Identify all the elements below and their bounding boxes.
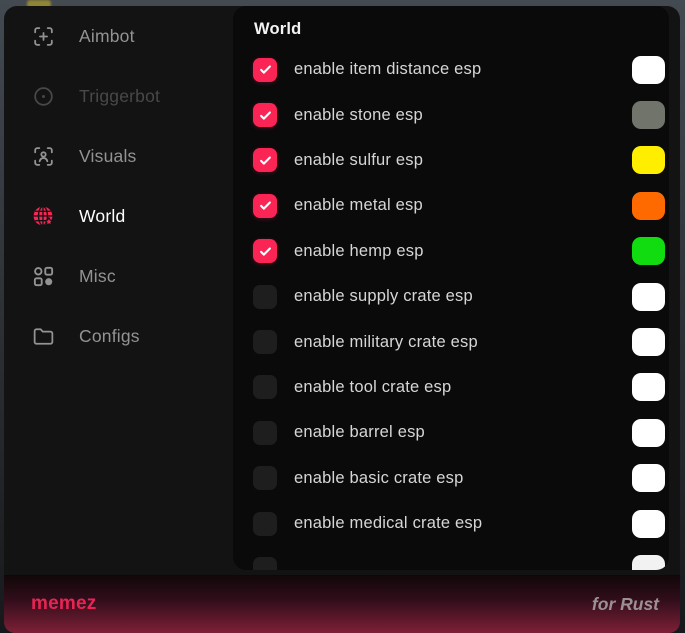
sidebar-item-label: Aimbot <box>79 26 135 47</box>
footer-bar: memez for Rust <box>4 575 680 633</box>
sidebar-item-triggerbot[interactable]: Triggerbot <box>4 66 233 126</box>
misc-icon <box>31 264 56 289</box>
settings-list[interactable]: enable item distance esp enable stone esp… <box>233 47 669 570</box>
setting-row: enable item distance esp <box>233 47 669 92</box>
checkbox-checked[interactable] <box>253 194 277 218</box>
setting-label: enable item distance esp <box>294 60 481 79</box>
visuals-icon <box>31 144 56 169</box>
sidebar-item-misc[interactable]: Misc <box>4 246 233 306</box>
color-swatch[interactable] <box>632 464 665 492</box>
color-swatch[interactable] <box>632 56 665 84</box>
setting-row: enable stone esp <box>233 92 669 137</box>
color-swatch[interactable] <box>632 510 665 538</box>
sidebar-item-visuals[interactable]: Visuals <box>4 126 233 186</box>
check-icon <box>258 244 273 259</box>
setting-row: enable military crate esp <box>233 319 669 364</box>
color-swatch[interactable] <box>632 237 665 265</box>
setting-label: enable stone esp <box>294 106 423 125</box>
color-swatch[interactable] <box>632 192 665 220</box>
color-swatch[interactable] <box>632 555 665 570</box>
setting-row: enable supply crate esp <box>233 274 669 319</box>
color-swatch[interactable] <box>632 328 665 356</box>
sidebar-item-configs[interactable]: Configs <box>4 306 233 366</box>
check-icon <box>258 153 273 168</box>
check-icon <box>258 108 273 123</box>
checkbox-unchecked[interactable] <box>253 421 277 445</box>
color-swatch[interactable] <box>632 283 665 311</box>
brand-name: memez <box>31 593 96 615</box>
setting-row: enable basic crate esp <box>233 456 669 501</box>
setting-label: enable military crate esp <box>294 333 478 352</box>
sidebar-item-world[interactable]: World <box>4 186 233 246</box>
aimbot-icon <box>31 24 56 49</box>
setting-row: enable tool crate esp <box>233 365 669 410</box>
sidebar-item-label: Visuals <box>79 146 137 167</box>
setting-row: enable sulfur esp <box>233 138 669 183</box>
setting-row <box>233 546 669 570</box>
setting-label: enable metal esp <box>294 196 423 215</box>
triggerbot-icon <box>31 84 56 109</box>
sidebar-item-label: Misc <box>79 266 116 287</box>
color-swatch[interactable] <box>632 101 665 129</box>
check-icon <box>258 198 273 213</box>
checkbox-checked[interactable] <box>253 148 277 172</box>
setting-row: enable barrel esp <box>233 410 669 455</box>
checkbox-checked[interactable] <box>253 103 277 127</box>
sidebar-nav: Aimbot Triggerbot Visuals World Misc Configs <box>4 6 233 573</box>
checkbox-unchecked[interactable] <box>253 330 277 354</box>
world-icon <box>31 204 56 229</box>
checkbox-unchecked[interactable] <box>253 512 277 536</box>
setting-label: enable basic crate esp <box>294 469 464 488</box>
color-swatch[interactable] <box>632 419 665 447</box>
setting-label: enable hemp esp <box>294 242 424 261</box>
setting-label: enable medical crate esp <box>294 514 482 533</box>
configs-icon <box>31 324 56 349</box>
checkbox-unchecked[interactable] <box>253 375 277 399</box>
setting-row: enable medical crate esp <box>233 501 669 546</box>
checkbox-checked[interactable] <box>253 239 277 263</box>
setting-row: enable hemp esp <box>233 229 669 274</box>
setting-label: enable tool crate esp <box>294 378 451 397</box>
checkbox-checked[interactable] <box>253 58 277 82</box>
sidebar-item-label: Triggerbot <box>79 86 160 107</box>
brand-suffix: for Rust <box>592 594 659 615</box>
check-icon <box>258 62 273 77</box>
cheat-menu-window: AimbotTriggerbotVisualsWorldMiscConfigs … <box>4 6 680 633</box>
sidebar-item-label: Configs <box>79 326 140 347</box>
setting-row: enable metal esp <box>233 183 669 228</box>
checkbox-unchecked[interactable] <box>253 285 277 309</box>
setting-label: enable supply crate esp <box>294 287 473 306</box>
checkbox-unchecked[interactable] <box>253 557 277 570</box>
world-panel: World enable item distance esp enable sto… <box>233 6 669 570</box>
setting-label: enable barrel esp <box>294 423 425 442</box>
sidebar-item-label: World <box>79 206 125 227</box>
color-swatch[interactable] <box>632 146 665 174</box>
checkbox-unchecked[interactable] <box>253 466 277 490</box>
screen: AimbotTriggerbotVisualsWorldMiscConfigs … <box>0 0 685 633</box>
color-swatch[interactable] <box>632 373 665 401</box>
panel-title: World <box>233 6 669 47</box>
sidebar-item-aimbot[interactable]: Aimbot <box>4 6 233 66</box>
setting-label: enable sulfur esp <box>294 151 423 170</box>
